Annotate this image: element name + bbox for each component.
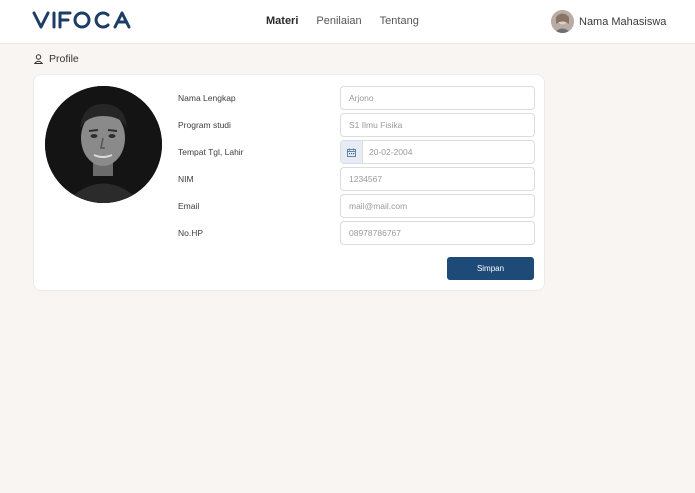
top-navbar: Materi Penilaian Tentang Nama Mahasiswa: [0, 0, 695, 44]
avatar-image: [551, 10, 574, 33]
user-icon: [34, 54, 43, 64]
label-nim: NIM: [178, 174, 194, 184]
input-no-hp-value: 08978786767: [349, 228, 402, 238]
save-button[interactable]: Simpan: [447, 257, 534, 280]
input-program-studi[interactable]: S1 Ilmu Fisika: [340, 113, 535, 137]
page-heading: Profile: [34, 53, 79, 65]
label-nama-lengkap: Nama Lengkap: [178, 93, 236, 103]
label-program-studi: Program studi: [178, 120, 231, 130]
input-nama-lengkap-value: Arjono: [349, 93, 374, 103]
profile-card: Nama Lengkap Arjono Program studi S1 Ilm…: [33, 74, 545, 291]
page-title: Profile: [49, 53, 79, 65]
input-no-hp[interactable]: 08978786767: [340, 221, 535, 245]
input-nim[interactable]: 1234567: [340, 167, 535, 191]
input-nama-lengkap[interactable]: Arjono: [340, 86, 535, 110]
input-nim-value: 1234567: [349, 174, 383, 184]
input-program-studi-value: S1 Ilmu Fisika: [349, 120, 403, 130]
user-avatar[interactable]: [551, 10, 574, 33]
nav-item-penilaian[interactable]: Penilaian: [316, 15, 361, 27]
profile-portrait: [45, 86, 162, 203]
input-email-value: mail@mail.com: [349, 201, 408, 211]
label-tempat-tgl-lahir: Tempat Tgl, Lahir: [178, 147, 244, 157]
input-email[interactable]: mail@mail.com: [340, 194, 535, 218]
user-menu[interactable]: Nama Mahasiswa: [551, 10, 666, 33]
nav-item-materi[interactable]: Materi: [266, 15, 298, 27]
input-tanggal-lahir[interactable]: 20-02-2004: [340, 140, 535, 164]
main-nav: Materi Penilaian Tentang: [266, 15, 419, 27]
nav-item-tentang[interactable]: Tentang: [380, 15, 419, 27]
user-name[interactable]: Nama Mahasiswa: [579, 16, 666, 28]
label-email: Email: [178, 201, 200, 211]
profile-photo: [45, 86, 162, 203]
label-no-hp: No.HP: [178, 228, 204, 238]
vifoca-logo[interactable]: [32, 9, 138, 31]
calendar-glyph: [347, 148, 356, 157]
logo-mark: [32, 11, 131, 29]
input-tanggal-lahir-value: 20-02-2004: [369, 147, 413, 157]
calendar-icon[interactable]: [341, 141, 363, 163]
